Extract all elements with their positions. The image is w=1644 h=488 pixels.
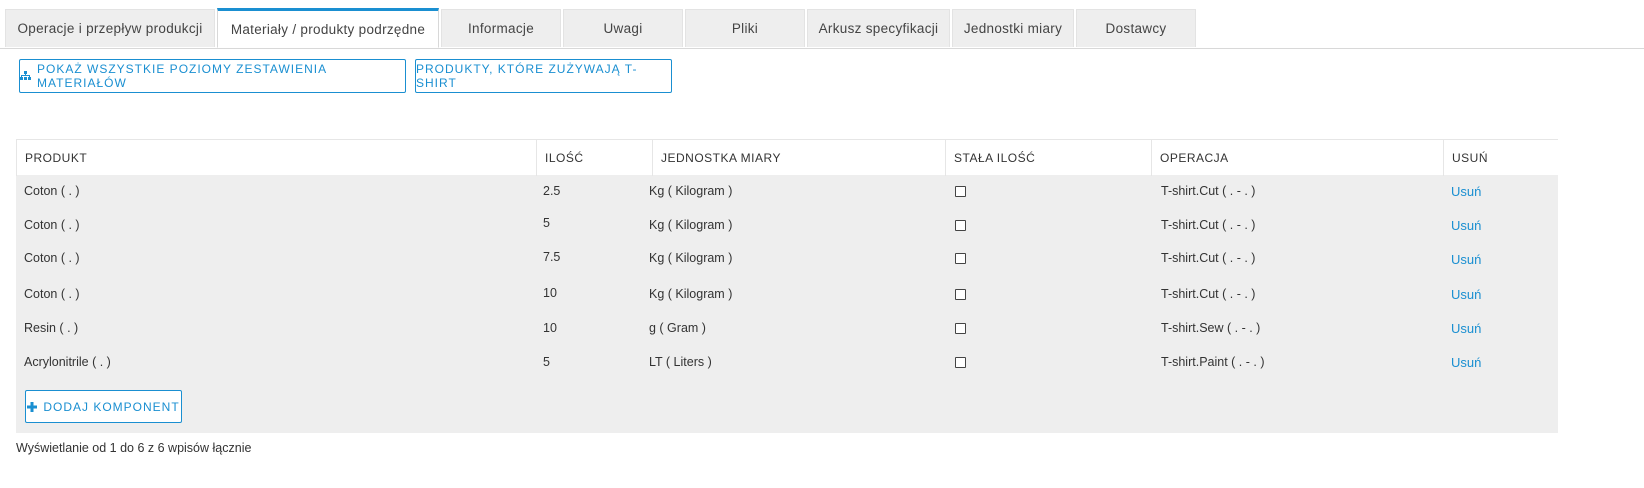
tab-label: Operacje i przepływ produkcji	[17, 21, 203, 36]
product-cell[interactable]: Coton ( . )	[24, 208, 80, 242]
button-label: DODAJ KOMPONENT	[43, 399, 180, 414]
delete-link[interactable]: Usuń	[1451, 208, 1481, 242]
tab-notes[interactable]: Uwagi	[563, 9, 683, 47]
uom-cell[interactable]: g ( Gram )	[649, 311, 706, 345]
show-all-levels-button[interactable]: POKAŻ WSZYSTKIE POZIOMY ZESTAWIENIA MATE…	[19, 59, 406, 93]
column-header-fixed-qty[interactable]: STAŁA ILOŚĆ	[945, 140, 1151, 176]
table-header: PRODUKT ILOŚĆ JEDNOSTKA MIARY STAŁA ILOŚ…	[16, 139, 1558, 176]
tab-materials[interactable]: Materiały / produkty podrzędne	[217, 8, 439, 48]
button-label: PRODUKTY, KTÓRE ZUŻYWAJĄ T-SHIRT	[416, 62, 638, 90]
table-row: Coton ( . ) 7.5 Kg ( Kilogram ) T-shirt.…	[16, 241, 1558, 275]
operation-cell[interactable]: T-shirt.Paint ( . - . )	[1161, 345, 1265, 379]
fixed-qty-checkbox[interactable]	[955, 219, 966, 231]
tabs-divider	[0, 48, 1644, 49]
fixed-qty-checkbox[interactable]	[955, 322, 966, 334]
qty-cell[interactable]: 2.5	[543, 174, 560, 208]
column-header-qty[interactable]: ILOŚĆ	[536, 140, 652, 176]
fixed-qty-cell	[955, 174, 966, 208]
uom-cell[interactable]: Kg ( Kilogram )	[649, 277, 732, 311]
tab-label: Materiały / produkty podrzędne	[230, 21, 426, 37]
add-component-button[interactable]: DODAJ KOMPONENT	[25, 390, 182, 423]
fixed-qty-checkbox[interactable]	[955, 185, 966, 197]
fixed-qty-cell	[955, 277, 966, 311]
uom-cell[interactable]: Kg ( Kilogram )	[649, 208, 732, 242]
button-label: POKAŻ WSZYSTKIE POZIOMY ZESTAWIENIA MATE…	[37, 62, 327, 90]
fixed-qty-checkbox[interactable]	[955, 252, 966, 264]
product-cell[interactable]: Coton ( . )	[24, 241, 80, 275]
product-cell[interactable]: Coton ( . )	[24, 174, 80, 208]
pagination-info: Wyświetlanie od 1 do 6 z 6 wpisów łączni…	[16, 441, 252, 455]
tab-label: Informacje	[467, 21, 535, 36]
tab-label: Pliki	[731, 21, 759, 36]
operation-cell[interactable]: T-shirt.Cut ( . - . )	[1161, 241, 1255, 275]
qty-cell[interactable]: 5	[543, 345, 550, 379]
components-table: PRODUKT ILOŚĆ JEDNOSTKA MIARY STAŁA ILOŚ…	[16, 139, 1558, 433]
tab-label: Jednostki miary	[963, 21, 1063, 36]
operation-cell[interactable]: T-shirt.Cut ( . - . )	[1161, 208, 1255, 242]
tab-label: Dostawcy	[1105, 21, 1167, 36]
operation-cell[interactable]: T-shirt.Cut ( . - . )	[1161, 174, 1255, 208]
qty-cell[interactable]: 10	[543, 276, 557, 310]
operation-cell[interactable]: T-shirt.Cut ( . - . )	[1161, 277, 1255, 311]
delete-link[interactable]: Usuń	[1451, 277, 1481, 311]
table-row: Acrylonitrile ( . ) 5 LT ( Liters ) T-sh…	[16, 345, 1558, 379]
sitemap-icon	[20, 71, 31, 81]
column-header-delete: USUŃ	[1443, 140, 1558, 176]
tab-spec-sheet[interactable]: Arkusz specyfikacji	[807, 9, 950, 47]
delete-link[interactable]: Usuń	[1451, 345, 1481, 379]
delete-link[interactable]: Usuń	[1451, 174, 1481, 208]
plus-icon	[27, 401, 38, 412]
qty-cell[interactable]: 10	[543, 311, 557, 345]
column-header-uom[interactable]: JEDNOSTKA MIARY	[652, 140, 945, 176]
delete-link[interactable]: Usuń	[1451, 242, 1481, 276]
fixed-qty-cell	[955, 345, 966, 379]
products-using-button[interactable]: PRODUKTY, KTÓRE ZUŻYWAJĄ T-SHIRT	[415, 59, 672, 93]
fixed-qty-checkbox[interactable]	[955, 288, 966, 300]
table-row: Coton ( . ) 5 Kg ( Kilogram ) T-shirt.Cu…	[16, 208, 1558, 242]
product-cell[interactable]: Coton ( . )	[24, 277, 80, 311]
tab-units[interactable]: Jednostki miary	[952, 9, 1074, 47]
fixed-qty-cell	[955, 311, 966, 345]
delete-link[interactable]: Usuń	[1451, 311, 1481, 345]
table-row: Resin ( . ) 10 g ( Gram ) T-shirt.Sew ( …	[16, 311, 1558, 345]
fixed-qty-cell	[955, 208, 966, 242]
qty-cell[interactable]: 7.5	[543, 240, 560, 274]
product-cell[interactable]: Acrylonitrile ( . )	[24, 345, 111, 379]
tab-suppliers[interactable]: Dostawcy	[1076, 9, 1196, 47]
fixed-qty-checkbox[interactable]	[955, 356, 966, 368]
operation-cell[interactable]: T-shirt.Sew ( . - . )	[1161, 311, 1260, 345]
tab-label: Uwagi	[603, 21, 643, 36]
fixed-qty-cell	[955, 241, 966, 275]
table-row: Coton ( . ) 2.5 Kg ( Kilogram ) T-shirt.…	[16, 174, 1558, 208]
tab-operations[interactable]: Operacje i przepływ produkcji	[5, 9, 215, 47]
uom-cell[interactable]: Kg ( Kilogram )	[649, 241, 732, 275]
tab-information[interactable]: Informacje	[441, 9, 561, 47]
tab-bar: Operacje i przepływ produkcji Materiały …	[5, 8, 1198, 48]
tab-label: Arkusz specyfikacji	[818, 21, 939, 36]
qty-cell[interactable]: 5	[543, 206, 550, 240]
tab-files[interactable]: Pliki	[685, 9, 805, 47]
product-cell[interactable]: Resin ( . )	[24, 311, 78, 345]
column-header-operation[interactable]: OPERACJA	[1151, 140, 1443, 176]
uom-cell[interactable]: Kg ( Kilogram )	[649, 174, 732, 208]
table-row: Coton ( . ) 10 Kg ( Kilogram ) T-shirt.C…	[16, 277, 1558, 311]
uom-cell[interactable]: LT ( Liters )	[649, 345, 712, 379]
column-header-product[interactable]: PRODUKT	[16, 140, 536, 176]
